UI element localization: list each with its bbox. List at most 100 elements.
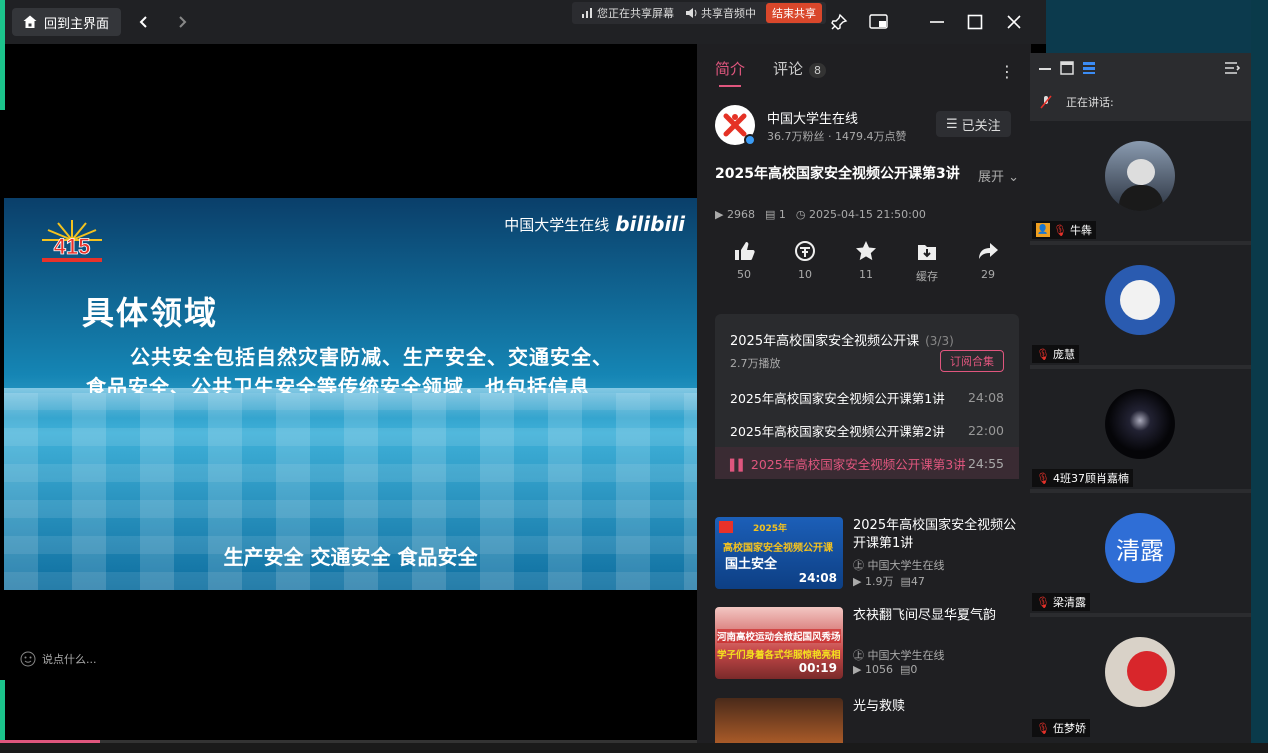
maximize-icon xyxy=(967,14,983,30)
comment-count-badge: 8 xyxy=(809,63,827,78)
like-button[interactable]: 50 xyxy=(715,240,773,284)
avatar-body xyxy=(1119,185,1163,211)
cache-label: 缓存 xyxy=(916,270,938,283)
video-app-window: 回到主界面 您正在共享屏幕 共享音频中 结束共享 415 中国大学生在线 bil… xyxy=(0,0,1046,753)
thumbs-up-icon xyxy=(735,242,755,260)
share-audio-text: 共享音频中 xyxy=(701,7,756,20)
minimize-button[interactable] xyxy=(926,11,948,33)
collection-episode-playing[interactable]: ▌▌ 2025年高校国家安全视频公开课第3讲 24:55 xyxy=(715,447,1019,479)
recommended-title[interactable]: 光与救赎 xyxy=(853,698,1023,716)
video-title: 2025年高校国家安全视频公开课第3讲 xyxy=(715,166,960,182)
thumb-text: 河南高校运动会掀起国风秀场 xyxy=(717,629,841,643)
menu-icon: ☰ xyxy=(946,116,958,132)
followed-label: 已关注 xyxy=(961,118,1001,134)
list-view-icon[interactable] xyxy=(1082,61,1096,75)
picture-in-picture-icon xyxy=(869,14,888,29)
uploader-stats: 36.7万粉丝 · 1479.4万点赞 xyxy=(767,130,907,143)
danmaku-icon: ▤ xyxy=(899,663,911,676)
share-button[interactable]: 29 xyxy=(959,240,1017,284)
recommended-thumbnail[interactable]: 河南高校运动会掀起国风秀场 学子们身着各式华服惊艳亮相 00:19 xyxy=(715,607,843,679)
window-view-icon[interactable] xyxy=(1060,61,1074,75)
muted-mic-icon: 🎙 xyxy=(1036,347,1050,361)
participant-tile[interactable]: 清露 🎙 梁清露 xyxy=(1030,491,1251,613)
participant-tile[interactable]: 🎙 4班37顾肖嘉楠 xyxy=(1030,367,1251,489)
recommended-video[interactable]: 2025年 高校国家安全视频公开课 国土安全 24:08 2025年高校国家安全… xyxy=(715,517,1025,591)
title-bar: 回到主界面 您正在共享屏幕 共享音频中 结束共享 xyxy=(0,0,1046,44)
more-options-icon[interactable]: ⋮ xyxy=(999,62,1015,81)
collapse-panel-icon[interactable] xyxy=(1224,61,1240,75)
collection-episode[interactable]: 2025年高校国家安全视频公开课第1讲 24:08 xyxy=(715,381,1019,413)
recommended-video[interactable]: 河南高校运动会掀起国风秀场 学子们身着各式华服惊艳亮相 00:19 衣袂翻飞间尽… xyxy=(715,607,1025,681)
collection-episode[interactable]: 2025年高校国家安全视频公开课第2讲 22:00 xyxy=(715,414,1019,446)
recommended-uploader-name: 中国大学生在线 xyxy=(867,559,945,572)
share-icon xyxy=(979,243,998,259)
episode-duration: 22:00 xyxy=(967,422,1004,438)
speaker-icon xyxy=(686,8,697,18)
plays-stat: ▶ 2968 xyxy=(715,208,755,221)
smiley-icon xyxy=(20,651,36,667)
muted-mic-icon: 🎙 xyxy=(1036,721,1050,735)
muted-mic-icon xyxy=(1040,95,1052,109)
coin-icon xyxy=(795,241,815,261)
up-icon: ㊤ xyxy=(853,649,864,662)
thumb-banner: 高校国家安全视频公开课 xyxy=(723,543,833,554)
muted-mic-icon: 🎙 xyxy=(1036,595,1050,609)
tab-comments[interactable]: 评论 8 xyxy=(773,58,827,87)
uploader-name[interactable]: 中国大学生在线 xyxy=(767,108,858,127)
participant-tile[interactable]: 🎙 伍梦娇 xyxy=(1030,615,1251,753)
thumb-logo xyxy=(719,521,733,533)
pin-button[interactable] xyxy=(828,11,850,33)
expand-button[interactable]: 展开 ⌄ xyxy=(978,166,1019,185)
collection-card: 2025年高校国家安全视频公开课 (3/3) 2.7万播放 订阅合集 2025年高… xyxy=(715,314,1019,479)
screen-share-bar: 您正在共享屏幕 共享音频中 结束共享 xyxy=(572,2,826,24)
participant-tile[interactable]: 🎙 庞慧 xyxy=(1030,243,1251,365)
video-subtitle: 生产安全 交通安全 食品安全 xyxy=(223,545,478,569)
home-button[interactable]: 回到主界面 xyxy=(12,8,122,36)
chevron-down-icon: ⌄ xyxy=(1008,170,1020,185)
signal-icon xyxy=(582,8,592,18)
video-player[interactable]: 415 中国大学生在线 bilibili 具体领域 公共安全包括自然灾害防减、生… xyxy=(4,198,697,590)
recommended-title[interactable]: 衣袂翻飞间尽显华夏气韵 xyxy=(853,607,1023,625)
tab-intro-label: 简介 xyxy=(715,60,746,78)
mini-player-button[interactable] xyxy=(868,11,890,33)
avatar-face xyxy=(1127,159,1155,185)
tab-intro[interactable]: 简介 xyxy=(715,58,745,87)
video-meta: ▶ 2968 ▤ 1 ◷ 2025-04-15 21:50:00 xyxy=(715,208,926,221)
subscribe-collection-button[interactable]: 订阅合集 xyxy=(940,350,1004,372)
close-button[interactable] xyxy=(1003,11,1025,33)
desktop-edge xyxy=(1251,0,1268,753)
participant-tile[interactable]: 👤 🎙 牛犇 xyxy=(1030,119,1251,241)
minimize-panel-icon[interactable] xyxy=(1038,63,1052,75)
back-button[interactable] xyxy=(134,12,154,32)
now-speaking-label: 正在讲话: xyxy=(1066,96,1114,109)
favorite-button[interactable]: 11 xyxy=(837,240,895,284)
slide-text-line-2: 食品安全、公共卫生安全等传统安全领域，也包括信息 xyxy=(86,375,590,393)
episode-playing: ▌▌ 2025年高校国家安全视频公开课第3讲 xyxy=(730,454,966,473)
slide-title: 具体领域 xyxy=(82,294,219,332)
tab-comments-label: 评论 xyxy=(773,60,804,78)
uploader-avatar[interactable] xyxy=(715,105,756,146)
stop-share-button[interactable]: 结束共享 xyxy=(766,3,822,23)
forward-button[interactable] xyxy=(172,12,192,32)
share-status: 您正在共享屏幕 xyxy=(576,5,680,21)
participant-name-text: 牛犇 xyxy=(1069,224,1092,237)
followed-button[interactable]: ☰ 已关注 xyxy=(936,111,1011,137)
maximize-button[interactable] xyxy=(964,11,986,33)
participant-name: 🎙 梁清露 xyxy=(1032,593,1090,611)
recommended-stats: ▶ 1056 ▤0 xyxy=(853,663,917,676)
coin-button[interactable]: 10 xyxy=(776,240,834,284)
recommended-uploader: ㊤ 中国大学生在线 xyxy=(853,647,945,663)
home-label: 回到主界面 xyxy=(44,16,110,32)
panel-tabs: 简介 评论 8 xyxy=(715,58,827,87)
recommended-title[interactable]: 2025年高校国家安全视频公开课第1讲 xyxy=(853,517,1023,553)
share-audio-status[interactable]: 共享音频中 xyxy=(680,5,762,21)
danmaku-input[interactable]: 说点什么... xyxy=(20,651,97,667)
collection-title: 2025年高校国家安全视频公开课 (3/3) xyxy=(730,330,954,349)
chevron-right-icon xyxy=(179,16,187,28)
recommended-thumbnail[interactable]: 2025年 高校国家安全视频公开课 国土安全 24:08 xyxy=(715,517,843,589)
taskbar-edge xyxy=(0,743,1268,753)
participant-avatar xyxy=(1105,389,1175,459)
participant-name: 🎙 伍梦娇 xyxy=(1032,719,1090,737)
pin-icon xyxy=(831,13,848,30)
cache-button[interactable]: 缓存 xyxy=(898,240,956,284)
